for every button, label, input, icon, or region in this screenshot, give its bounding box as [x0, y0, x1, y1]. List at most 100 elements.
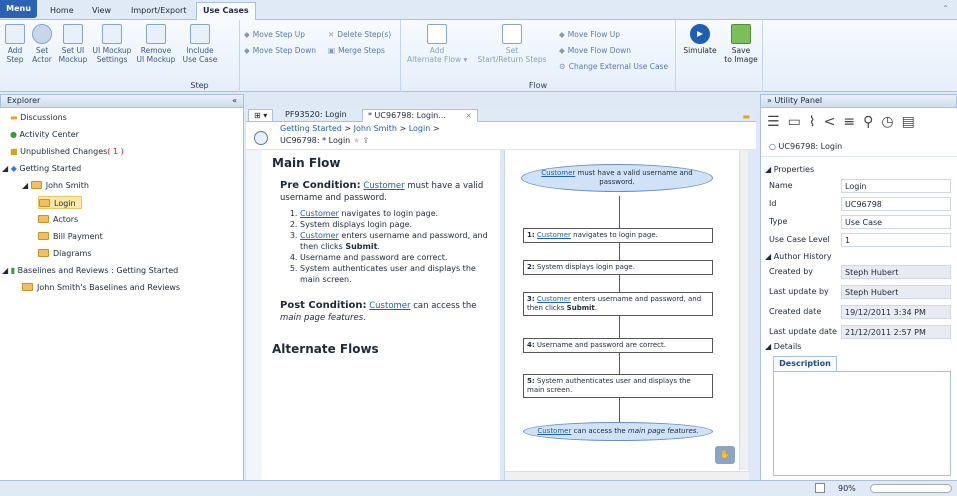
document-icon[interactable]: ▤: [902, 114, 923, 130]
merge-steps-button[interactable]: ▣ Merge Steps: [328, 46, 385, 55]
comment-icon[interactable]: ▭: [788, 114, 809, 130]
step-3[interactable]: Customer enters username and password, a…: [300, 230, 496, 252]
flow-arrow: [619, 196, 620, 228]
breadcrumb-john-smith[interactable]: John Smith: [354, 124, 397, 133]
zoom-slider[interactable]: [870, 484, 952, 493]
tree-item-bill-payment[interactable]: Bill Payment: [38, 230, 103, 243]
collapse-utility-button[interactable]: »: [767, 96, 772, 105]
properties-section[interactable]: ◢ Properties: [765, 165, 814, 174]
minimize-ribbon-icon[interactable]: ⌃: [942, 4, 949, 13]
set-ui-mockup-button[interactable]: Set UI Mockup: [58, 24, 88, 64]
set-actor-button[interactable]: Set Actor: [30, 24, 54, 64]
save-to-image-button[interactable]: Save to Image: [724, 24, 758, 64]
tree-item-getting-started[interactable]: ◢ ◆ Getting Started: [2, 162, 81, 175]
simulate-button[interactable]: ▶ Simulate: [680, 24, 720, 55]
history-icon[interactable]: ◷: [881, 114, 901, 130]
pre-condition: Pre Condition: Customer must have a vali…: [280, 180, 484, 203]
tree-item-baselines[interactable]: ◢ ▮ Baselines and Reviews : Getting Star…: [2, 264, 178, 277]
tab-view[interactable]: View: [92, 3, 111, 20]
share-icon[interactable]: <: [824, 114, 844, 130]
breadcrumb-login[interactable]: Login: [409, 124, 431, 133]
set-start-return-button[interactable]: Set Start/Return Steps: [477, 24, 547, 64]
move-step-down-button[interactable]: ◆ Move Step Down: [244, 46, 316, 55]
folder-icon: [38, 232, 49, 240]
move-step-up-button[interactable]: ◆ Move Step Up: [244, 30, 305, 39]
group-label-step: Step: [190, 81, 209, 90]
flow-arrow: [619, 274, 620, 292]
move-flow-up-button[interactable]: ◆ Move Flow Up: [559, 30, 620, 39]
tab-import-export[interactable]: Import/Export: [131, 3, 186, 20]
remove-ui-mockup-button[interactable]: Remove UI Mockup: [136, 24, 176, 64]
flow-end-node[interactable]: Customer can access the main page featur…: [523, 422, 713, 441]
flow-step-2[interactable]: 2: System displays login page.: [523, 260, 713, 275]
tab-home[interactable]: Home: [50, 3, 74, 20]
discussion-flag-icon[interactable]: ▬: [742, 112, 750, 121]
step-5[interactable]: System authenticates user and displays t…: [300, 263, 496, 285]
tree-item-john-smiths-baselines[interactable]: John Smith's Baselines and Reviews: [22, 281, 180, 294]
tree-item-actors[interactable]: Actors: [38, 213, 78, 226]
level-select[interactable]: 1: [841, 233, 951, 247]
add-step-button[interactable]: Add Step: [4, 24, 26, 64]
customer-link[interactable]: Customer: [363, 181, 404, 191]
tab-pf93520-login[interactable]: PF93520: Login: [280, 109, 352, 122]
tree-item-john-smith[interactable]: ◢ John Smith: [22, 179, 89, 192]
author-history-section[interactable]: ◢ Author History: [765, 252, 832, 261]
step-4[interactable]: Username and password are correct.: [300, 252, 496, 263]
fit-to-window-icon[interactable]: [815, 483, 825, 493]
change-external-icon: ⚙: [559, 62, 566, 71]
tab-uc96798-login[interactable]: * UC96798: Login... ×: [362, 109, 478, 122]
ui-mockup-settings-button[interactable]: UI Mockup Settings: [92, 24, 132, 64]
change-external-use-case-button[interactable]: ⚙ Change External Use Case: [559, 62, 668, 71]
attach-icon[interactable]: ⌇: [809, 114, 824, 130]
move-flow-down-button[interactable]: ◆ Move Flow Down: [559, 46, 631, 55]
delete-steps-button[interactable]: ✕ Delete Step(s): [328, 30, 391, 39]
breadcrumb-getting-started[interactable]: Getting Started: [280, 124, 342, 133]
flow-step-5[interactable]: 5: System authenticates user and display…: [523, 374, 713, 398]
document-tabs: ⊞ ▾ PF93520: Login * UC96798: Login... ×: [246, 108, 756, 122]
tree-item-diagrams[interactable]: Diagrams: [38, 247, 92, 260]
details-section[interactable]: ◢ Details: [765, 342, 801, 351]
horizontal-scrollbar[interactable]: [505, 471, 749, 480]
pan-hand-icon[interactable]: ✋: [715, 446, 735, 464]
description-editor[interactable]: [773, 371, 951, 476]
outline-icon[interactable]: ≡: [843, 114, 863, 130]
tree-item-discussions[interactable]: ▬ Discussions: [10, 111, 67, 124]
ribbon-group-step: Add Step Set Actor Set UI Mockup UI Mock…: [0, 20, 240, 92]
alternate-flows-heading: Alternate Flows: [272, 342, 379, 356]
vertical-scrollbar[interactable]: [739, 150, 748, 470]
utility-panel-header: » Utility Panel: [760, 94, 957, 108]
remove-mockup-icon: [146, 24, 166, 44]
flow-step-4[interactable]: 4: Username and password are correct.: [523, 338, 713, 353]
property-name: Name Login: [769, 178, 952, 194]
tree-item-activity-center[interactable]: ● Activity Center: [10, 128, 79, 141]
tab-list-button[interactable]: ⊞ ▾: [248, 109, 274, 122]
description-tab[interactable]: Description: [773, 356, 837, 371]
divider: [761, 156, 957, 157]
add-alternate-flow-button[interactable]: Add Alternate Flow ▾: [407, 24, 467, 64]
include-use-case-button[interactable]: Include Use Case: [182, 24, 218, 64]
collapse-explorer-button[interactable]: «: [232, 95, 237, 107]
breadcrumb: Getting Started > John Smith > Login >: [280, 124, 440, 133]
tab-use-cases[interactable]: Use Cases: [196, 2, 256, 21]
share-icon[interactable]: ⇪: [363, 136, 370, 145]
delete-icon: ✕: [328, 30, 335, 39]
close-tab-icon[interactable]: ×: [465, 110, 472, 122]
step-2[interactable]: System displays login page.: [300, 219, 496, 230]
flow-step-3[interactable]: 3: Customer enters username and password…: [523, 292, 713, 316]
star-icon[interactable]: ★: [353, 136, 360, 145]
document-title: UC96798: * Login ★ ⇪: [280, 136, 370, 145]
flow-start-node[interactable]: Customer must have a valid username and …: [521, 164, 713, 192]
flow-step-1[interactable]: 1: Customer navigates to login page.: [523, 228, 713, 243]
flow-down-icon: ◆: [559, 46, 565, 55]
down-arrow-icon: ◆: [244, 46, 250, 55]
list-icon[interactable]: ☰: [767, 114, 788, 130]
tree-item-login[interactable]: Login: [38, 196, 82, 209]
mockup-settings-icon: [102, 24, 122, 44]
tree-item-unpublished-changes[interactable]: ■ Unpublished Changes( 1 ): [10, 145, 124, 158]
search-icon[interactable]: ⚲: [863, 114, 881, 130]
actor-icon: [32, 24, 52, 44]
type-select[interactable]: Use Case: [841, 215, 951, 229]
step-1[interactable]: Customer navigates to login page.: [300, 208, 496, 219]
menu-button[interactable]: Menu: [0, 0, 37, 18]
folder-icon: [38, 249, 49, 257]
